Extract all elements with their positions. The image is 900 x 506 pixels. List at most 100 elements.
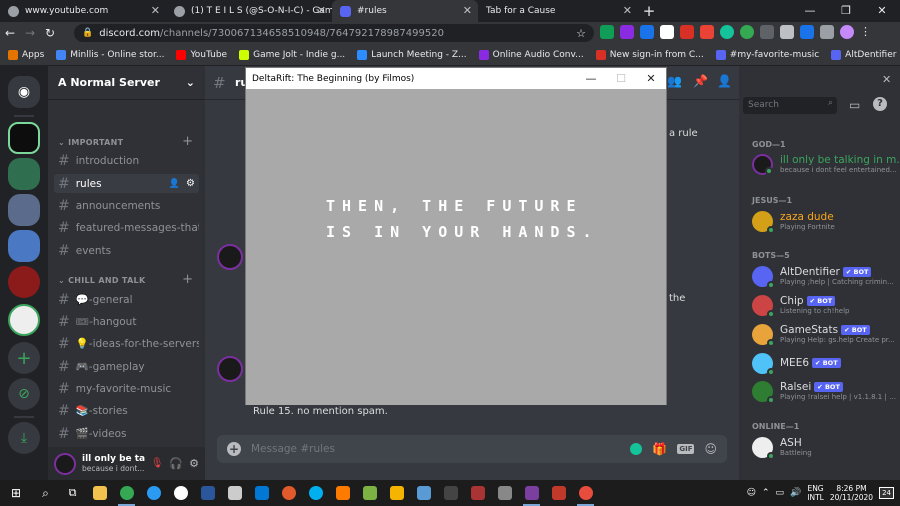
search-input[interactable]: Search ⌕	[743, 97, 837, 114]
app-icon[interactable]	[275, 480, 302, 506]
skype-icon[interactable]	[302, 480, 329, 506]
clock[interactable]: 8:26 PM 20/11/2020	[830, 484, 873, 502]
extension-icon[interactable]	[640, 25, 654, 39]
bookmark-item[interactable]: New sign-in from C...	[595, 49, 704, 60]
add-attachment-icon[interactable]: +	[227, 442, 241, 456]
channel-introduction[interactable]: # introduction	[54, 151, 199, 170]
add-channel-icon[interactable]: +	[182, 134, 193, 149]
channel-videos[interactable]: # 🎬-videos	[54, 424, 199, 443]
gift-icon[interactable]: 🎁	[652, 442, 667, 456]
member-item[interactable]: Chip ✔ BOT Listening to ch!help	[752, 290, 900, 320]
chevron-up-icon[interactable]: ⌃	[762, 488, 770, 498]
extension-icon[interactable]	[760, 25, 774, 39]
channel-rules[interactable]: # rules 👤 ⚙	[54, 174, 199, 193]
member-item[interactable]: GameStats ✔ BOT Playing Help: gs.help Crea…	[752, 319, 900, 349]
close-icon[interactable]: ✕	[636, 68, 666, 89]
app-icon[interactable]	[464, 480, 491, 506]
volume-icon[interactable]: 🔊	[790, 488, 801, 498]
word-icon[interactable]	[194, 480, 221, 506]
task-view-icon[interactable]: ⧉	[59, 480, 86, 506]
back-icon[interactable]: ←	[0, 26, 20, 40]
category-important[interactable]: ⌄ IMPORTANT	[58, 138, 123, 147]
bookmark-item[interactable]: Launch Meeting - Z...	[357, 49, 467, 60]
close-tab-icon[interactable]: ✕	[151, 4, 160, 17]
app-icon[interactable]	[518, 480, 545, 506]
channel-stories[interactable]: # 📚-stories	[54, 401, 199, 420]
channel-announcements[interactable]: # announcements	[54, 196, 199, 215]
channel-hangout[interactable]: # 🎟-hangout	[54, 312, 199, 331]
bookmark-item[interactable]: YouTube	[176, 49, 227, 60]
input-language[interactable]: ENG INTL	[807, 484, 824, 502]
gear-icon[interactable]: ⚙	[186, 178, 195, 189]
notification-badge[interactable]: 24	[879, 487, 894, 499]
bookmark-item[interactable]: Online Audio Conv...	[478, 49, 584, 60]
app-icon[interactable]	[356, 480, 383, 506]
chrome-icon[interactable]	[113, 480, 140, 506]
server-name-header[interactable]: A Normal Server ⌄	[48, 66, 205, 100]
avatar[interactable]	[217, 356, 243, 382]
app-icon[interactable]	[491, 480, 518, 506]
close-icon[interactable]: ✕	[864, 0, 900, 22]
extension-icon[interactable]	[620, 25, 634, 39]
channel-my-favorite-music[interactable]: # my-favorite-music	[54, 379, 199, 398]
member-item[interactable]: MEE6 ✔ BOT	[752, 348, 900, 378]
app-icon[interactable]	[167, 480, 194, 506]
close-tab-icon[interactable]: ✕	[623, 4, 632, 17]
server-folder-icon[interactable]	[8, 230, 40, 262]
menu-icon[interactable]: ⋮	[860, 25, 871, 39]
server-folder-icon[interactable]	[8, 158, 40, 190]
maximize-icon[interactable]: ☐	[606, 68, 636, 89]
mail-icon[interactable]	[248, 480, 275, 506]
bookmark-item[interactable]: #my-favorite-music	[715, 49, 819, 60]
members-icon[interactable]: 👥	[667, 74, 682, 88]
url-input[interactable]: 🔒 discord.com/channels/73006713465851094…	[74, 24, 594, 42]
close-tab-icon[interactable]: ✕	[317, 4, 326, 17]
app-icon[interactable]	[410, 480, 437, 506]
restore-icon[interactable]: ❐	[828, 0, 864, 22]
channel-general[interactable]: # 💬-general	[54, 290, 199, 309]
search-icon[interactable]: ⌕	[32, 480, 59, 506]
member-item[interactable]: ill only be talking in m... because i don…	[752, 149, 900, 179]
message-input[interactable]: + Message #rules 🎁 GIF ☺	[217, 435, 727, 463]
game-canvas[interactable]: THEN, THE FUTURE IS IN YOUR HANDS.	[246, 89, 666, 405]
forward-icon[interactable]: →	[20, 26, 40, 40]
add-channel-icon[interactable]: +	[182, 272, 193, 287]
bookmark-item[interactable]: Game Jolt - Indie g...	[239, 49, 345, 60]
extension-icon[interactable]	[800, 25, 814, 39]
extension-icon[interactable]	[680, 25, 694, 39]
extension-icon[interactable]	[740, 25, 754, 39]
extension-icon[interactable]	[700, 25, 714, 39]
app-icon[interactable]	[572, 480, 599, 506]
server-icon[interactable]	[8, 266, 40, 298]
gif-icon[interactable]: GIF	[677, 444, 695, 454]
member-item[interactable]: zaza dude Playing Fortnite	[752, 206, 900, 236]
close-tab-icon[interactable]: ✕	[463, 4, 472, 17]
grammarly-icon[interactable]	[720, 25, 734, 39]
browser-tab-youtube[interactable]: www.youtube.com ✕	[0, 0, 166, 22]
browser-tab-rules[interactable]: #rules ✕	[332, 0, 478, 22]
extension-icon[interactable]	[780, 25, 794, 39]
network-icon[interactable]: ▭	[776, 488, 785, 498]
explore-icon[interactable]: ⊘	[8, 378, 40, 410]
member-item[interactable]: Ralsei ✔ BOT Playing !ralsei help | v1.1.8…	[752, 376, 900, 406]
game-titlebar[interactable]: DeltaRift: The Beginning (by Filmos) — ☐…	[246, 68, 666, 89]
app-icon[interactable]	[545, 480, 572, 506]
close-overlay-icon[interactable]: ✕	[882, 73, 891, 86]
extension-icon[interactable]	[660, 25, 674, 39]
avatar[interactable]	[54, 452, 76, 475]
browser-tab-cause[interactable]: Tab for a Cause ✕	[478, 0, 638, 22]
channel-events[interactable]: # events	[54, 241, 199, 260]
bookmark-item[interactable]: Minllis - Online stor...	[56, 49, 164, 60]
file-explorer-icon[interactable]	[86, 480, 113, 506]
new-tab-button[interactable]: +	[638, 0, 660, 22]
app-icon[interactable]	[383, 480, 410, 506]
discord-home-icon[interactable]: ◉	[8, 76, 40, 108]
help-icon[interactable]: ?	[873, 97, 887, 111]
invite-icon[interactable]: 👤	[169, 179, 180, 189]
browser-tab-gamejolt[interactable]: (1) T E I L S (@S-O-N-I-C) - Game ✕	[166, 0, 332, 22]
grammarly-icon[interactable]	[630, 443, 643, 455]
play-extension-icon[interactable]	[600, 25, 614, 39]
star-icon[interactable]: ☆	[576, 27, 586, 40]
minimize-icon[interactable]: —	[792, 0, 828, 22]
profile-avatar[interactable]	[840, 25, 854, 39]
